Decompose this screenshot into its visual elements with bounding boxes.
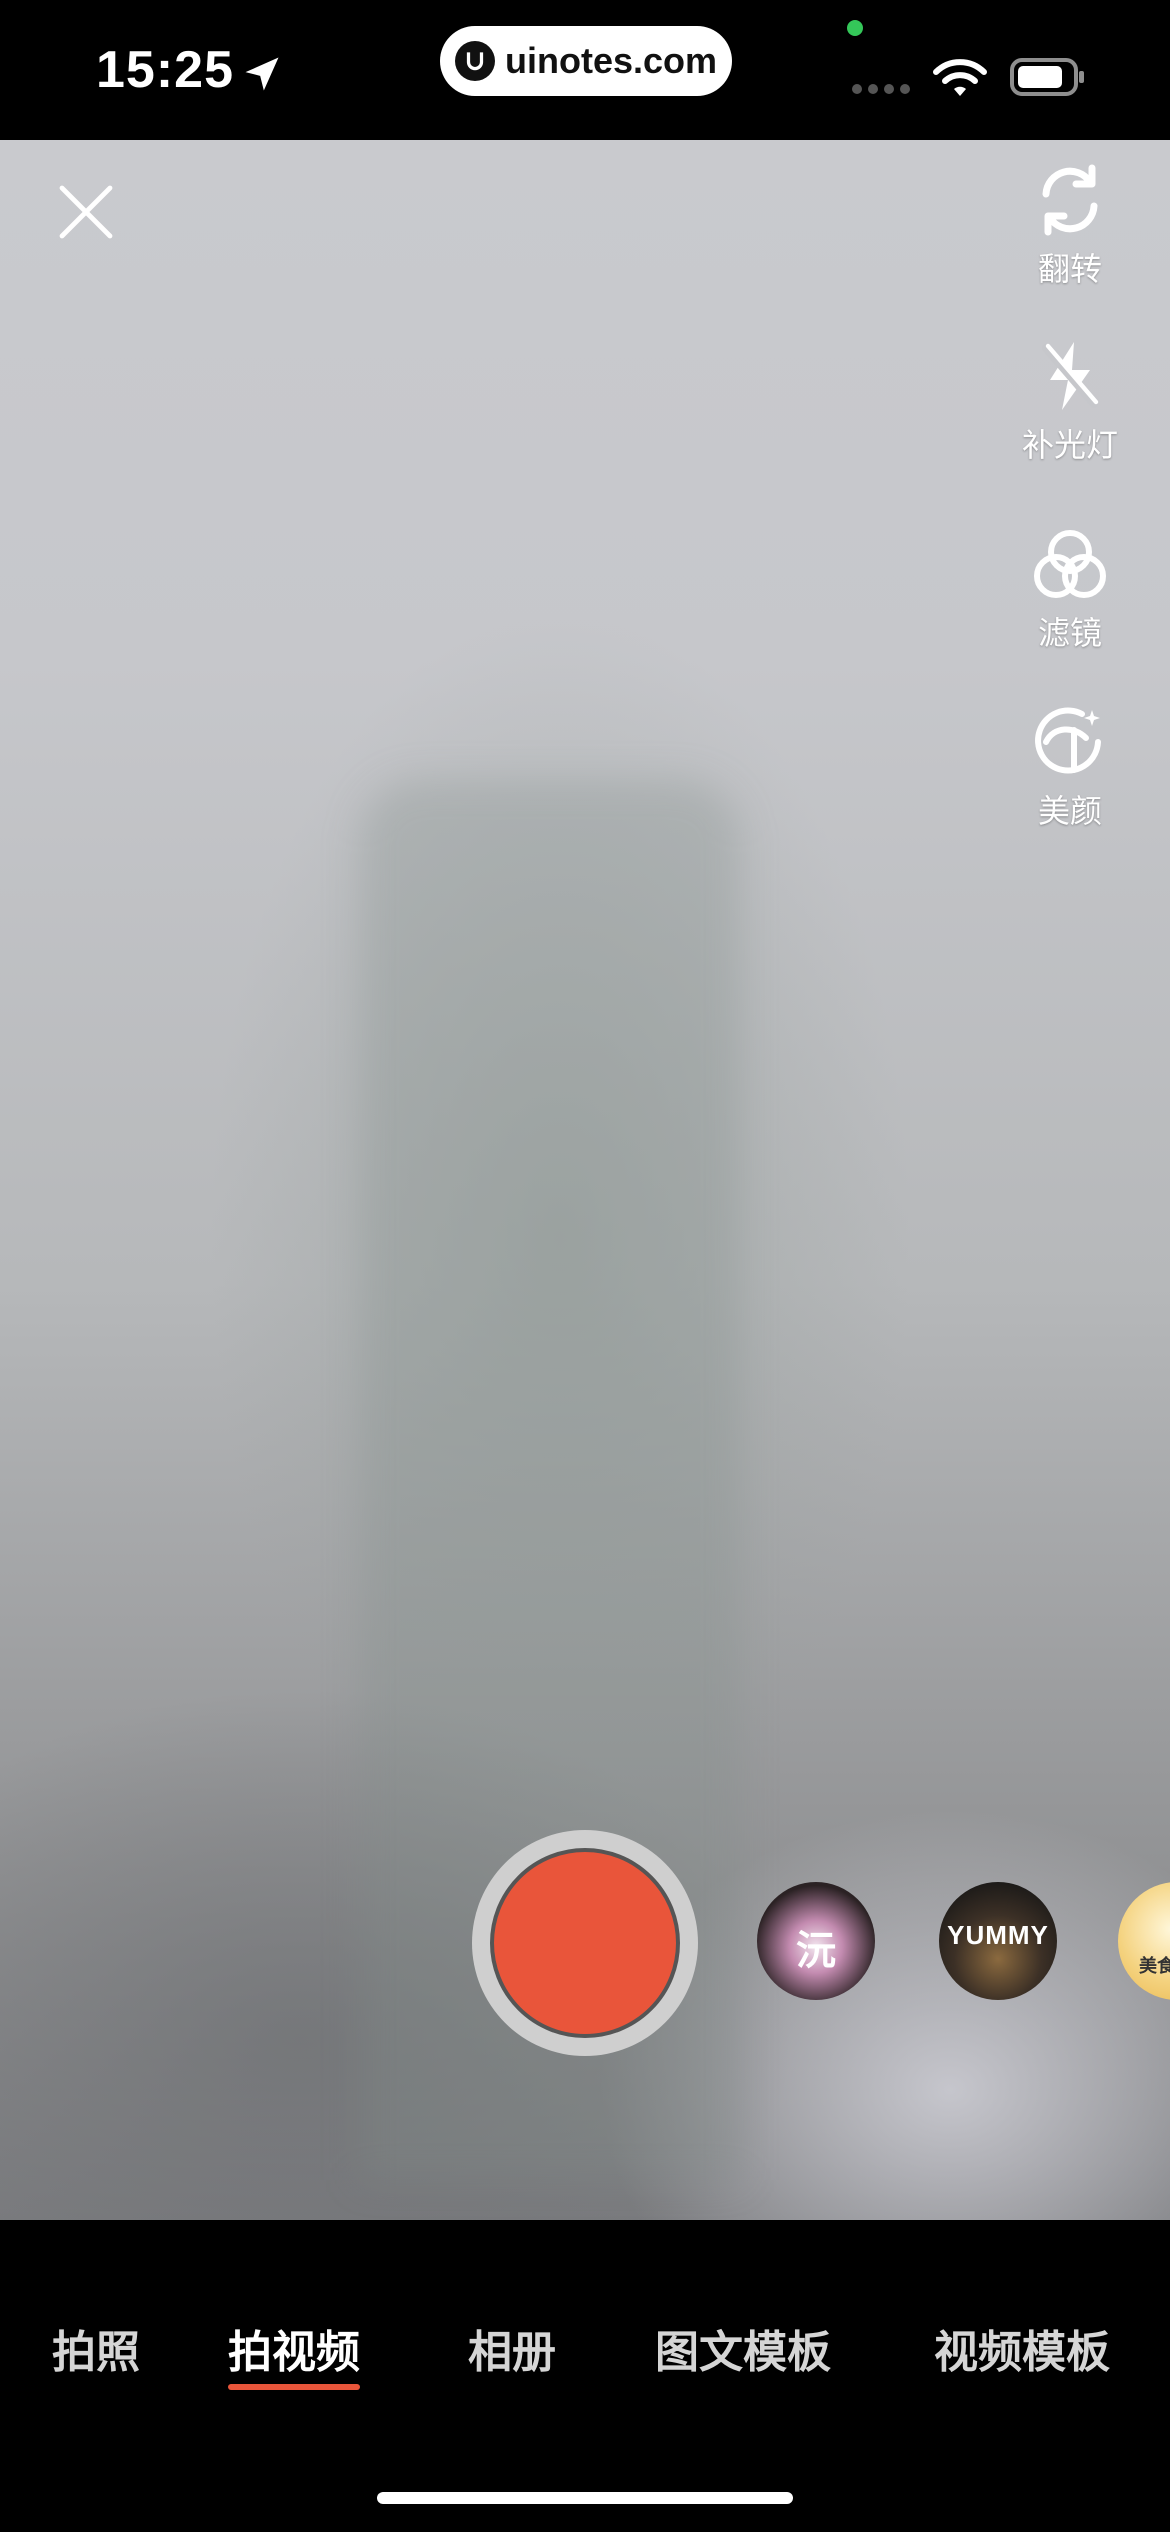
beauty-label: 美颜 — [1037, 793, 1102, 829]
url-text: uinotes.com — [504, 40, 718, 81]
effect-sticker-2[interactable]: YUMMY — [939, 1882, 1057, 2000]
camera-viewfinder[interactable]: 翻转 补光灯 滤镜 美颜 沅 YUMMY 美食 — [0, 140, 1170, 2220]
site-logo-icon — [454, 41, 495, 81]
effect-3-text: 美食 — [1139, 1956, 1170, 1976]
record-button-core — [490, 1848, 680, 2038]
fill-light-button[interactable]: 补光灯 — [1010, 336, 1130, 466]
flip-label: 翻转 — [1037, 251, 1102, 287]
tab-image-template-label: 图文模板 — [655, 2328, 831, 2377]
tab-video[interactable]: 拍视频 — [228, 2316, 360, 2390]
effect-1-text: 沅 — [796, 1929, 836, 1973]
beauty-icon — [1035, 707, 1101, 774]
filter-button[interactable]: 滤镜 — [1010, 524, 1130, 654]
mode-tab-bar: 拍照 拍视频 相册 图文模板 视频模板 — [0, 2220, 1170, 2532]
battery-icon — [1010, 58, 1084, 96]
wifi-icon — [933, 59, 987, 96]
cellular-signal-icon — [852, 84, 910, 94]
record-button[interactable] — [472, 1830, 698, 2056]
tab-album-label: 相册 — [468, 2328, 556, 2377]
status-time: 15:25 — [96, 41, 234, 99]
status-bar: 15:25 uinotes.com — [0, 0, 1170, 140]
active-tab-underline — [228, 2384, 360, 2390]
flip-camera-icon — [1042, 164, 1098, 236]
tab-photo[interactable]: 拍照 — [52, 2316, 140, 2380]
effect-sticker-1[interactable]: 沅 — [757, 1882, 875, 2000]
filter-label: 滤镜 — [1037, 615, 1102, 651]
tab-video-label: 拍视频 — [228, 2328, 360, 2377]
close-icon[interactable] — [54, 180, 118, 244]
location-arrow-icon — [245, 57, 279, 91]
fill-light-label: 补光灯 — [1021, 427, 1118, 463]
tab-album[interactable]: 相册 — [468, 2316, 556, 2380]
tab-video-template[interactable]: 视频模板 — [934, 2316, 1110, 2380]
flash-off-icon — [1042, 342, 1099, 410]
flip-camera-button[interactable]: 翻转 — [1010, 160, 1130, 290]
tab-photo-label: 拍照 — [52, 2328, 140, 2377]
tab-video-template-label: 视频模板 — [934, 2328, 1110, 2377]
beauty-button[interactable]: 美颜 — [1010, 702, 1130, 832]
privacy-indicator-dot — [847, 20, 863, 36]
filter-icon — [1034, 530, 1106, 598]
effect-sticker-3[interactable]: 美食 — [1118, 1882, 1170, 2000]
tab-image-template[interactable]: 图文模板 — [655, 2316, 831, 2380]
home-indicator[interactable] — [377, 2492, 793, 2504]
url-pill[interactable]: uinotes.com — [440, 26, 732, 96]
effect-2-text: YUMMY — [947, 1920, 1049, 1950]
